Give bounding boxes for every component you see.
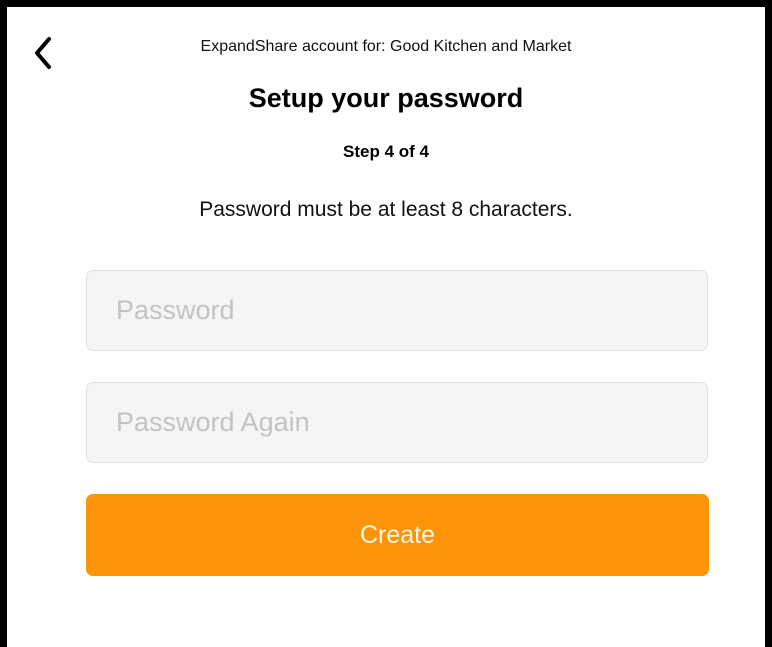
account-name-label: ExpandShare account for: Good Kitchen an…: [200, 38, 572, 55]
app-screen: ExpandShare account for: Good Kitchen an…: [7, 7, 765, 647]
password-field[interactable]: [86, 270, 708, 351]
step-indicator: Step 4 of 4: [343, 142, 429, 161]
create-button[interactable]: Create: [86, 494, 709, 576]
password-requirement-text: Password must be at least 8 characters.: [199, 198, 573, 221]
page-title: Setup your password: [248, 83, 524, 113]
password-again-field[interactable]: [86, 382, 708, 463]
